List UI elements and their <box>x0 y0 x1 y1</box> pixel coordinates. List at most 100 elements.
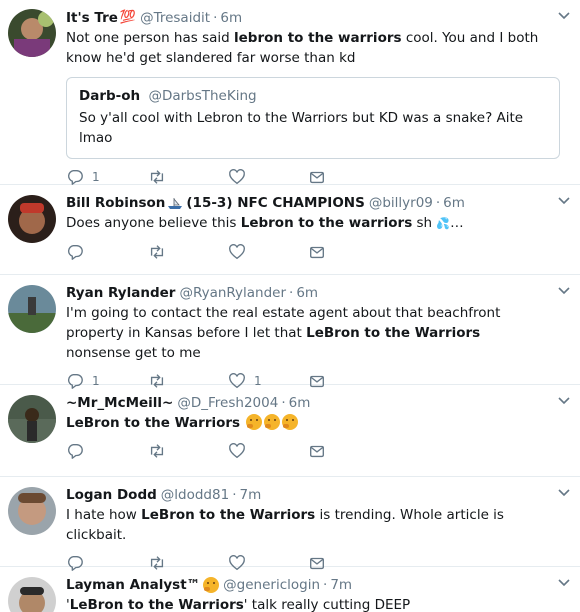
ship-icon <box>168 198 183 209</box>
avatar[interactable] <box>8 9 56 57</box>
user-handle[interactable]: @billyr09 <box>369 193 433 213</box>
thinking-face-icon <box>264 414 281 430</box>
separator-dot: · <box>435 195 441 211</box>
highlighted-keyword: LeBron to the Warriors <box>69 597 244 612</box>
separator-dot: · <box>281 395 286 411</box>
retweet-button[interactable] <box>148 242 166 262</box>
reply-icon <box>67 170 83 185</box>
tweet[interactable]: Layman Analyst™ @genericlogin · 7m 'LeBr… <box>0 567 580 612</box>
retweet-icon <box>150 245 164 259</box>
chevron-down-icon[interactable] <box>558 197 570 205</box>
tweet-text: 'LeBron to the Warriors' talk really cut… <box>66 595 568 612</box>
quoted-display-name: Darb-oh <box>79 88 141 104</box>
retweet-button[interactable] <box>148 441 166 461</box>
highlighted-keyword: LeBron to the Warriors <box>66 415 241 431</box>
heart-icon <box>229 244 245 260</box>
text-segment: nonsense get to me <box>66 345 201 361</box>
reply-button[interactable]: 1 <box>66 167 100 187</box>
tweet-text: I hate how LeBron to the Warriors is tre… <box>66 505 568 545</box>
envelope-icon <box>310 246 324 259</box>
highlighted-keyword: lebron to the warriors <box>234 30 402 46</box>
display-name[interactable]: Bill Robinson <box>66 193 165 213</box>
chevron-down-icon[interactable] <box>558 12 570 20</box>
reply-button[interactable] <box>66 242 84 262</box>
truncation-ellipsis: … <box>450 215 464 231</box>
timestamp[interactable]: 6m <box>289 393 311 413</box>
text-segment: Does anyone believe this <box>66 215 241 231</box>
thinking-face-icon <box>203 577 220 593</box>
quoted-user-handle: @DarbsTheKing <box>148 88 257 104</box>
text-segment: I hate how <box>66 507 142 523</box>
highlighted-keyword: LeBron to the Warriors <box>141 507 316 523</box>
tweet[interactable]: Ryan Rylander @RyanRylander · 6m I'm goi… <box>0 275 580 389</box>
chevron-down-icon[interactable] <box>558 397 570 405</box>
tweet-header: Layman Analyst™ @genericlogin · 7m <box>66 575 568 595</box>
hundred-points-icon: 💯 <box>119 10 137 25</box>
timestamp[interactable]: 6m <box>443 193 465 213</box>
display-name[interactable]: ~Mr_McMeill~ <box>66 393 173 413</box>
thinking-face-icon <box>246 414 263 430</box>
highlighted-keyword: LeBron to the Warriors <box>306 325 481 341</box>
text-segment: ' talk really cutting DEEP <box>243 597 411 612</box>
highlighted-keyword: Lebron to the warriors <box>240 215 413 231</box>
tweet-header: ~Mr_McMeill~ @D_Fresh2004 · 6m <box>66 393 568 413</box>
separator-dot: · <box>232 487 237 503</box>
tweet-text: Does anyone believe this Lebron to the w… <box>66 213 568 234</box>
heart-icon <box>229 443 245 459</box>
reply-icon <box>67 245 83 260</box>
user-handle[interactable]: @Tresaidit <box>140 8 210 28</box>
tweet-header: Logan Dodd @ldodd81 · 7m <box>66 485 568 505</box>
like-button[interactable] <box>228 167 246 187</box>
tweet[interactable]: ~Mr_McMeill~ @D_Fresh2004 · 6m LeBron to… <box>0 385 580 477</box>
tweet-text: LeBron to the Warriors <box>66 413 568 433</box>
avatar[interactable] <box>8 577 56 612</box>
text-segment: sh <box>412 215 433 231</box>
like-button[interactable] <box>228 441 246 461</box>
heart-icon <box>229 169 245 185</box>
chevron-down-icon[interactable] <box>558 489 570 497</box>
tweet-actions <box>66 234 568 270</box>
tweet[interactable]: Logan Dodd @ldodd81 · 7m I hate how LeBr… <box>0 477 580 571</box>
timestamp[interactable]: 6m <box>296 283 318 303</box>
user-handle[interactable]: @genericlogin <box>223 575 320 595</box>
envelope-icon <box>310 445 324 458</box>
water-icon: 💦 <box>436 217 451 230</box>
timestamp[interactable]: 7m <box>330 575 352 595</box>
quoted-tweet-header: Darb-oh @DarbsTheKing <box>79 86 547 106</box>
quoted-tweet[interactable]: Darb-oh @DarbsTheKing So y'all cool with… <box>66 77 560 159</box>
avatar[interactable] <box>8 195 56 243</box>
tweet-header: Bill Robinson (15-3) NFC CHAMPIONS @bill… <box>66 193 568 213</box>
user-handle[interactable]: @D_Fresh2004 <box>177 393 278 413</box>
direct-message-button[interactable] <box>308 167 326 187</box>
display-name[interactable]: Logan Dodd <box>66 485 157 505</box>
reply-button[interactable] <box>66 441 84 461</box>
retweet-icon <box>150 170 164 184</box>
user-handle[interactable]: @RyanRylander <box>179 283 286 303</box>
timestamp[interactable]: 6m <box>220 8 242 28</box>
timestamp[interactable]: 7m <box>239 485 261 505</box>
user-handle[interactable]: @ldodd81 <box>161 485 229 505</box>
tweet[interactable]: Bill Robinson (15-3) NFC CHAMPIONS @bill… <box>0 185 580 275</box>
retweet-icon <box>150 444 164 458</box>
display-name[interactable]: Ryan Rylander <box>66 283 175 303</box>
chevron-down-icon[interactable] <box>558 287 570 295</box>
reply-icon <box>67 444 83 459</box>
chevron-down-icon[interactable] <box>558 579 570 587</box>
retweet-button[interactable] <box>148 167 166 187</box>
avatar[interactable] <box>8 285 56 333</box>
separator-dot: · <box>213 10 218 26</box>
display-name[interactable]: It's Tre <box>66 8 118 28</box>
tweet-header: Ryan Rylander @RyanRylander · 6m <box>66 283 568 303</box>
direct-message-button[interactable] <box>308 242 326 262</box>
display-name[interactable]: Layman Analyst™ <box>66 575 200 595</box>
direct-message-button[interactable] <box>308 441 326 461</box>
avatar[interactable] <box>8 487 56 535</box>
separator-dot: · <box>323 577 328 593</box>
tweet[interactable]: It's Tre 💯 @Tresaidit · 6m Not one perso… <box>0 0 580 185</box>
display-name-suffix[interactable]: (15-3) NFC CHAMPIONS <box>186 193 364 213</box>
like-button[interactable] <box>228 242 246 262</box>
tweet-feed: It's Tre 💯 @Tresaidit · 6m Not one perso… <box>0 0 580 612</box>
tweet-actions <box>66 433 568 469</box>
tweet-text: I'm going to contact the real estate age… <box>66 303 568 363</box>
avatar[interactable] <box>8 395 56 443</box>
